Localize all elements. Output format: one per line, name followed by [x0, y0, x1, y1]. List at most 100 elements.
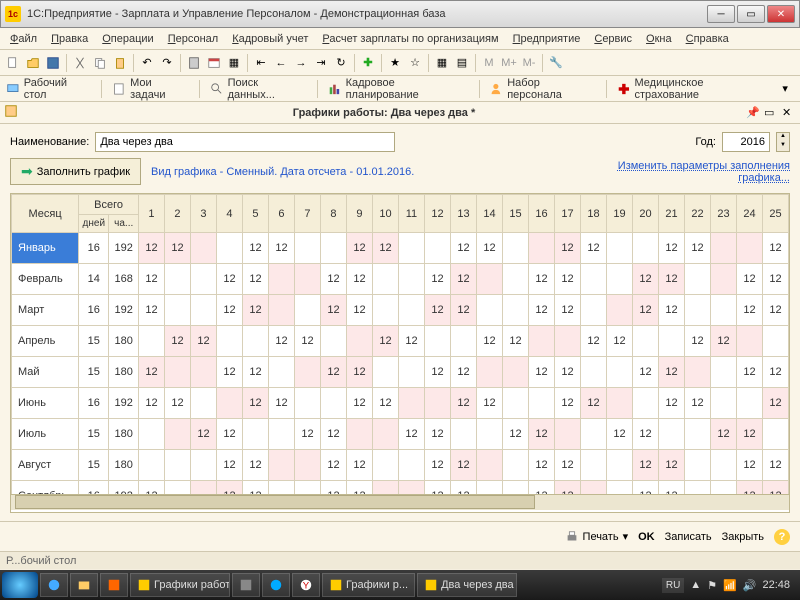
days-cell[interactable]: 16: [79, 295, 109, 326]
day-cell[interactable]: 12: [320, 264, 346, 295]
day-cell[interactable]: 12: [736, 264, 762, 295]
bottom-tab-label[interactable]: Р...бочий стол: [6, 555, 76, 567]
day-cell[interactable]: [424, 388, 450, 419]
day-cell[interactable]: 12: [242, 481, 268, 495]
day-cell[interactable]: 12: [736, 481, 762, 495]
menu-справка[interactable]: Справка: [680, 31, 735, 47]
day-cell[interactable]: [606, 357, 632, 388]
fill-schedule-button[interactable]: ➡ Заполнить график: [10, 158, 141, 185]
menu-кадровый учет[interactable]: Кадровый учет: [226, 31, 314, 47]
day-cell[interactable]: [190, 357, 216, 388]
close-form-button[interactable]: Закрыть: [722, 531, 764, 543]
day-cell[interactable]: [190, 388, 216, 419]
day-cell[interactable]: 12: [658, 481, 684, 495]
day-cell[interactable]: 12: [762, 450, 788, 481]
day-cell[interactable]: 12: [632, 450, 658, 481]
day-cell[interactable]: [684, 264, 710, 295]
day-cell[interactable]: 12: [528, 357, 554, 388]
hours-cell[interactable]: 180: [109, 357, 139, 388]
day-cell[interactable]: [528, 233, 554, 264]
fav1-icon[interactable]: ★: [386, 54, 404, 72]
save-icon[interactable]: [44, 54, 62, 72]
month-cell[interactable]: Январь: [12, 233, 79, 264]
day-cell[interactable]: 12: [398, 326, 424, 357]
search-button[interactable]: Поиск данных...: [210, 77, 307, 101]
month-cell[interactable]: Март: [12, 295, 79, 326]
day-cell[interactable]: [398, 388, 424, 419]
day-cell[interactable]: [710, 295, 736, 326]
day-cell[interactable]: 12: [528, 450, 554, 481]
day-cell[interactable]: 12: [632, 357, 658, 388]
day-cell[interactable]: [502, 357, 528, 388]
menu-окна[interactable]: Окна: [640, 31, 678, 47]
day-cell[interactable]: [580, 481, 606, 495]
day-cell[interactable]: [320, 388, 346, 419]
day-cell[interactable]: [580, 264, 606, 295]
day-cell[interactable]: [762, 326, 788, 357]
day-cell[interactable]: 12: [710, 326, 736, 357]
day-cell[interactable]: [372, 357, 398, 388]
day-cell[interactable]: 12: [580, 233, 606, 264]
day-cell[interactable]: 12: [762, 357, 788, 388]
day-cell[interactable]: 12: [554, 481, 580, 495]
day-cell[interactable]: 12: [216, 450, 242, 481]
day-cell[interactable]: [528, 388, 554, 419]
day-cell[interactable]: 12: [216, 357, 242, 388]
day-cell[interactable]: 12: [580, 326, 606, 357]
day-cell[interactable]: 12: [554, 295, 580, 326]
save-button[interactable]: Записать: [665, 531, 712, 543]
m-icon[interactable]: M: [480, 54, 498, 72]
day-cell[interactable]: [476, 450, 502, 481]
day-cell[interactable]: 12: [580, 388, 606, 419]
day-cell[interactable]: [606, 388, 632, 419]
dropdown-icon[interactable]: ▾: [776, 80, 794, 98]
day-cell[interactable]: 12: [138, 264, 164, 295]
day-cell[interactable]: 12: [138, 233, 164, 264]
day-cell[interactable]: 12: [424, 295, 450, 326]
day-cell[interactable]: [190, 481, 216, 495]
taskbar-item-1[interactable]: [100, 573, 128, 597]
open-icon[interactable]: [24, 54, 42, 72]
day-cell[interactable]: [372, 481, 398, 495]
day-cell[interactable]: [684, 295, 710, 326]
day-cell[interactable]: [138, 450, 164, 481]
day-cell[interactable]: 12: [242, 357, 268, 388]
nav2-icon[interactable]: ←: [272, 54, 290, 72]
day-cell[interactable]: 12: [346, 264, 372, 295]
horizontal-scrollbar[interactable]: [11, 494, 789, 510]
day-cell[interactable]: [580, 295, 606, 326]
day-cell[interactable]: 12: [164, 233, 190, 264]
day-cell[interactable]: [606, 264, 632, 295]
day-cell[interactable]: 12: [528, 295, 554, 326]
copy-icon[interactable]: [91, 54, 109, 72]
day-cell[interactable]: [164, 357, 190, 388]
day-cell[interactable]: [502, 233, 528, 264]
day-cell[interactable]: 12: [476, 388, 502, 419]
day-cell[interactable]: [294, 233, 320, 264]
day-cell[interactable]: [424, 233, 450, 264]
day-cell[interactable]: [164, 295, 190, 326]
hours-cell[interactable]: 180: [109, 326, 139, 357]
table-row[interactable]: Июнь1619212121212121212121212121212: [12, 388, 789, 419]
day-cell[interactable]: 12: [762, 481, 788, 495]
day-cell[interactable]: 12: [450, 233, 476, 264]
day-cell[interactable]: 12: [242, 264, 268, 295]
day-cell[interactable]: 12: [450, 295, 476, 326]
day-cell[interactable]: 12: [424, 357, 450, 388]
day-cell[interactable]: 12: [606, 419, 632, 450]
day-cell[interactable]: 12: [320, 295, 346, 326]
day-cell[interactable]: 12: [268, 233, 294, 264]
day-cell[interactable]: [294, 295, 320, 326]
day-cell[interactable]: 12: [736, 295, 762, 326]
day-cell[interactable]: [190, 295, 216, 326]
taskbar-yandex[interactable]: Y: [292, 573, 320, 597]
day-cell[interactable]: 12: [450, 481, 476, 495]
day-cell[interactable]: 12: [502, 326, 528, 357]
day-cell[interactable]: 12: [372, 326, 398, 357]
hours-cell[interactable]: 180: [109, 419, 139, 450]
days-cell[interactable]: 16: [79, 233, 109, 264]
taskbar-skype[interactable]: [262, 573, 290, 597]
table-row[interactable]: Апрель15180121212121212121212121212: [12, 326, 789, 357]
mplus-icon[interactable]: M+: [500, 54, 518, 72]
help-icon[interactable]: ?: [774, 529, 790, 545]
